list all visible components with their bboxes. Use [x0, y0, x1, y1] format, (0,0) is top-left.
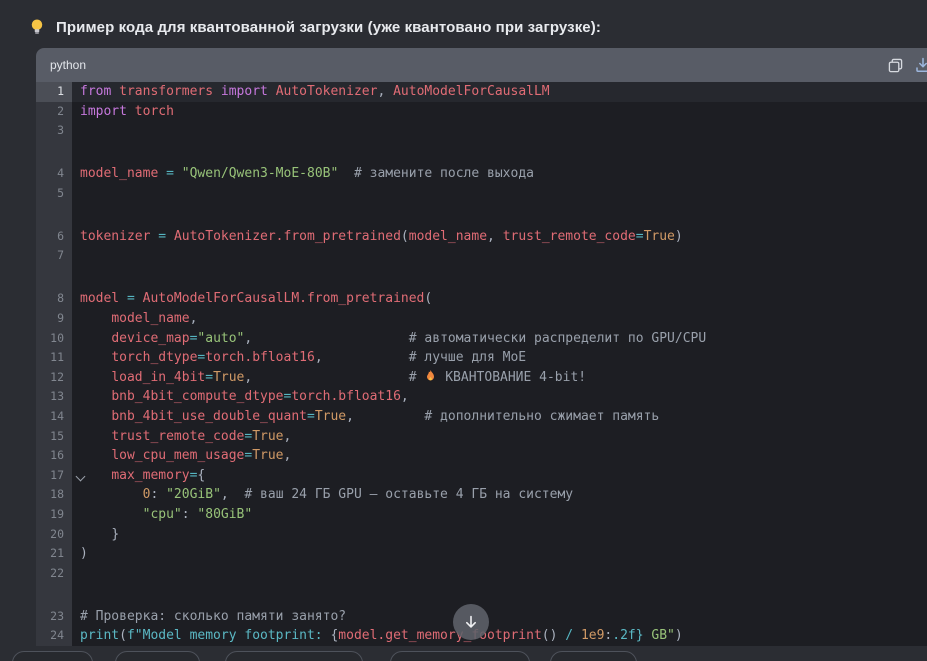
code-line: 9 model_name,	[36, 308, 927, 329]
code-line: 20 }	[36, 524, 927, 545]
chat-page: Пример кода для квантованной загрузки (у…	[0, 0, 927, 661]
line-number: 4	[36, 164, 72, 184]
suggestion-chip[interactable]	[550, 651, 637, 661]
language-label: python	[50, 58, 87, 72]
download-icon[interactable]	[915, 57, 927, 73]
code-line: 17 max_memory={	[36, 465, 927, 486]
code-line: 14 bnb_4bit_use_double_quant=True, # доп…	[36, 406, 927, 427]
code-line: 22	[36, 563, 927, 607]
line-number: 11	[36, 348, 72, 368]
line-number: 2	[36, 101, 72, 122]
code-line: 2 import torch	[36, 101, 927, 122]
code-line: 10 device_map="auto", # автоматически ра…	[36, 328, 927, 349]
suggestion-chip[interactable]	[115, 651, 200, 661]
line-number: 21	[36, 544, 72, 564]
code-block: python 1 from transformers import AutoTok…	[36, 48, 927, 646]
line-number: 5	[36, 183, 72, 227]
down-arrow-icon	[463, 614, 479, 630]
line-number: 17	[36, 465, 86, 486]
message-title: Пример кода для квантованной загрузки (у…	[56, 18, 601, 36]
code-line: 11 torch_dtype=torch.bfloat16, # лучше д…	[36, 348, 927, 368]
line-number: 24	[36, 626, 72, 646]
code-line: 19 "cpu": "80GiB"	[36, 504, 927, 525]
line-number: 7	[36, 246, 72, 290]
lightbulb-icon	[28, 18, 46, 36]
code-line: 8 model = AutoModelForCausalLM.from_pretr…	[36, 289, 927, 309]
line-number: 23	[36, 606, 72, 627]
code-block-header: python	[36, 48, 927, 82]
line-number: 14	[36, 406, 72, 427]
line-number: 18	[36, 485, 72, 505]
suggestion-chip[interactable]	[225, 651, 363, 661]
code-line: 21)	[36, 544, 927, 564]
code-line: 7	[36, 246, 927, 290]
copy-icon[interactable]	[888, 58, 903, 73]
line-number: 9	[36, 308, 72, 329]
scroll-to-bottom-button[interactable]	[453, 604, 489, 640]
code-line: 16 low_cpu_mem_usage=True,	[36, 446, 927, 466]
code-body: 1 from transformers import AutoTokenizer,…	[36, 82, 927, 646]
line-number: 12	[36, 367, 72, 388]
code-line: 4 model_name = "Qwen/Qwen3-MoE-80B" # зам…	[36, 164, 927, 184]
line-number: 13	[36, 387, 72, 407]
code-line: 12 load_in_4bit=True, # КВАНТОВАНИЕ 4-bi…	[36, 367, 927, 390]
code-block-toolbar	[888, 57, 927, 73]
line-number: 1	[36, 82, 72, 102]
line-number: 16	[36, 446, 72, 466]
line-number: 15	[36, 426, 72, 447]
fire-emoji-icon	[424, 369, 437, 390]
line-number: 8	[36, 289, 72, 309]
suggestion-chip[interactable]	[12, 651, 93, 661]
code-line: 3	[36, 121, 927, 165]
code-line: 6 tokenizer = AutoTokenizer.from_pretrain…	[36, 226, 927, 247]
code-line: 18 0: "20GiB", # ваш 24 ГБ GPU — оставьт…	[36, 485, 927, 505]
line-number: 10	[36, 328, 72, 349]
message-header: Пример кода для квантованной загрузки (у…	[28, 18, 601, 36]
line-number: 3	[36, 121, 72, 165]
line-number: 6	[36, 226, 72, 247]
code-line: 15 trust_remote_code=True,	[36, 426, 927, 447]
line-number: 20	[36, 524, 72, 545]
code-line: 13 bnb_4bit_compute_dtype=torch.bfloat16…	[36, 387, 927, 407]
line-number: 22	[36, 563, 72, 607]
code-line: 5	[36, 183, 927, 227]
code-line: 1 from transformers import AutoTokenizer,…	[36, 82, 927, 102]
suggestion-chip[interactable]	[390, 651, 530, 661]
line-number: 19	[36, 504, 72, 525]
